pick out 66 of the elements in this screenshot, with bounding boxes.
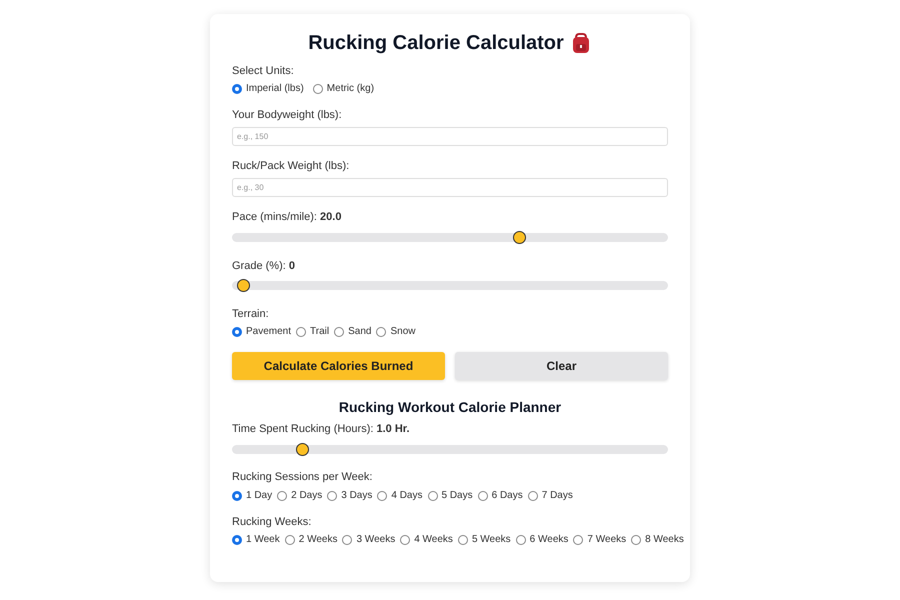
radio-button[interactable] bbox=[232, 84, 242, 94]
radio-option[interactable]: Imperial (lbs) bbox=[232, 82, 304, 95]
field-value: 20.0 bbox=[320, 211, 342, 223]
radio-button[interactable] bbox=[312, 84, 323, 94]
radio-option[interactable]: 3 Days bbox=[327, 489, 372, 502]
input-field[interactable]: e.g., 150 bbox=[232, 127, 668, 146]
field-label: Your Bodyweight (lbs): bbox=[232, 109, 342, 121]
field-value: 0 bbox=[288, 260, 295, 272]
slider-thumb[interactable] bbox=[512, 231, 526, 244]
radio-button[interactable] bbox=[327, 490, 338, 500]
radio-option[interactable]: 5 Days bbox=[428, 489, 473, 502]
radio-option[interactable]: 8 Weeks bbox=[631, 533, 684, 546]
field-label: Pace (mins/mile): bbox=[232, 211, 317, 223]
radio-button[interactable] bbox=[232, 490, 242, 500]
radio-button[interactable] bbox=[232, 534, 242, 544]
radio-option[interactable]: 3 Weeks bbox=[342, 533, 396, 546]
radio-option[interactable]: 6 Weeks bbox=[516, 533, 568, 546]
slider-track[interactable] bbox=[232, 281, 668, 290]
calculate-button[interactable]: Calculate Calories Burned bbox=[232, 352, 445, 380]
radio-button[interactable] bbox=[458, 534, 468, 544]
clear-button[interactable]: Clear bbox=[455, 352, 668, 380]
radio-button[interactable] bbox=[284, 534, 295, 544]
radio-button[interactable] bbox=[376, 326, 386, 336]
radio-option[interactable]: Snow bbox=[376, 325, 416, 338]
radio-button[interactable] bbox=[516, 534, 526, 544]
slider-thumb[interactable] bbox=[296, 443, 309, 456]
input-field[interactable]: e.g., 30 bbox=[232, 178, 668, 197]
field-value: 1.0 Hr. bbox=[376, 423, 410, 435]
radio-option[interactable]: Sand bbox=[334, 325, 372, 338]
field-label: Rucking Sessions per Week: bbox=[232, 471, 372, 483]
radio-option[interactable]: 4 Days bbox=[377, 489, 422, 502]
radio-option[interactable]: Metric (kg) bbox=[312, 82, 374, 95]
radio-option[interactable]: 5 Weeks bbox=[458, 533, 511, 546]
radio-button[interactable] bbox=[296, 326, 306, 336]
radio-option[interactable]: 7 Days bbox=[528, 489, 573, 502]
radio-button[interactable] bbox=[342, 534, 352, 544]
radio-button[interactable] bbox=[428, 490, 438, 500]
radio-button[interactable] bbox=[277, 490, 288, 500]
radio-button[interactable] bbox=[232, 326, 242, 336]
radio-button[interactable] bbox=[528, 490, 538, 500]
radio-option[interactable]: 1 Week bbox=[232, 533, 280, 546]
radio-option[interactable]: Pavement bbox=[232, 325, 292, 338]
radio-button[interactable] bbox=[334, 326, 344, 336]
field-label: Ruck/Pack Weight (lbs): bbox=[232, 160, 350, 172]
radio-option[interactable]: 4 Weeks bbox=[400, 533, 453, 546]
slider-thumb[interactable] bbox=[236, 279, 250, 292]
field-label: Time Spent Rucking (Hours): bbox=[232, 423, 374, 435]
radio-option[interactable]: 2 Weeks bbox=[284, 533, 338, 546]
slider-track[interactable] bbox=[232, 445, 668, 454]
slider-track[interactable] bbox=[232, 233, 668, 242]
field-label: Grade (%): bbox=[232, 260, 286, 272]
page-title: Rucking Calorie Calculator bbox=[308, 31, 564, 55]
radio-option[interactable]: 6 Days bbox=[478, 489, 523, 502]
field-label: Rucking Weeks: bbox=[232, 516, 312, 528]
radio-option[interactable]: 1 Day bbox=[232, 489, 272, 502]
field-label: Terrain: bbox=[232, 308, 269, 320]
radio-button[interactable] bbox=[400, 534, 410, 544]
radio-button[interactable] bbox=[478, 490, 488, 500]
radio-option[interactable]: 2 Days bbox=[277, 489, 322, 502]
field-label: Select Units: bbox=[232, 65, 294, 77]
radio-option[interactable]: Trail bbox=[296, 325, 330, 338]
radio-button[interactable] bbox=[573, 534, 584, 544]
radio-option[interactable]: 7 Weeks bbox=[573, 533, 626, 546]
radio-button[interactable] bbox=[377, 490, 388, 500]
radio-button[interactable] bbox=[631, 534, 642, 544]
section-title: Rucking Workout Calorie Planner bbox=[338, 399, 562, 416]
